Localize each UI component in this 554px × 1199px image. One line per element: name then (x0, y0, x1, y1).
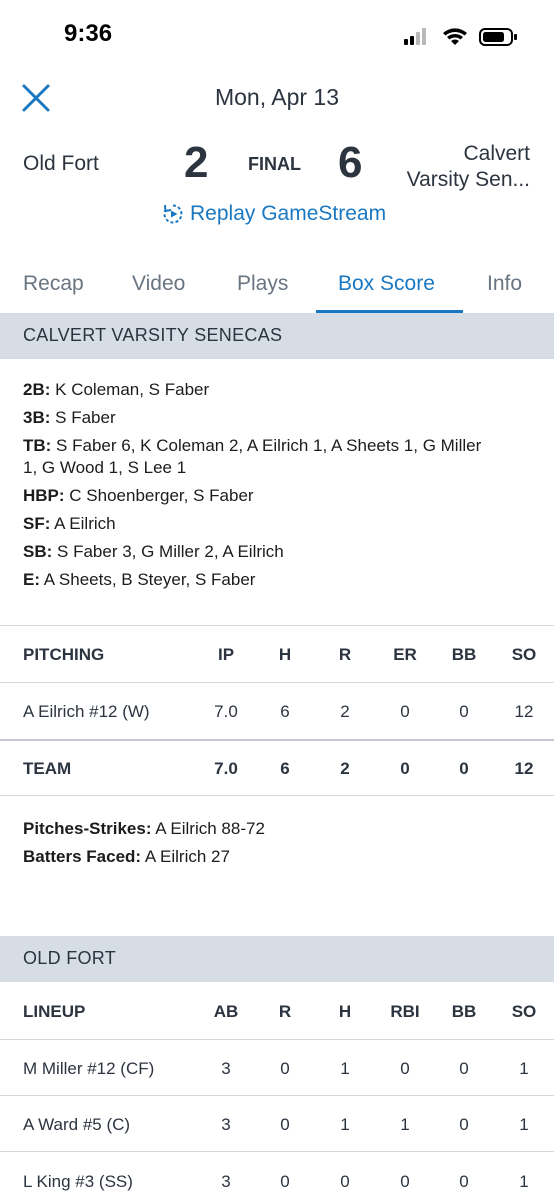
col-header-r: R (278, 1002, 292, 1021)
col-header-bb: BB (451, 1002, 477, 1021)
stat-cell: 12 (514, 702, 534, 721)
status-time: 9:36 (64, 20, 113, 47)
replay-label: Replay GameStream (190, 202, 387, 225)
stat-cell: 1 (519, 1172, 529, 1191)
divider (0, 682, 554, 683)
pitch-note-line: Batters Faced: A Eilrich 27 (23, 847, 230, 866)
game-date: Mon, Apr 13 (214, 84, 340, 110)
stat-cell: 7.0 (214, 702, 238, 721)
tab-bar: Recap Video Plays Box Score Info (0, 258, 554, 314)
stat-cell: 0 (459, 1059, 469, 1078)
col-header-er: ER (393, 645, 417, 664)
team-label: TEAM (23, 759, 72, 778)
pitch-note-line: Pitches-Strikes: A Eilrich 88-72 (23, 819, 265, 838)
home-team-line1: Calvert (463, 142, 530, 165)
wifi-icon (443, 28, 467, 45)
battery-icon (479, 28, 517, 46)
divider (0, 795, 554, 796)
stat-cell: 0 (400, 702, 410, 721)
col-header-rbi: RBI (390, 1002, 420, 1021)
divider (0, 625, 554, 626)
lineup-col-header: LINEUP (23, 1002, 86, 1021)
divider (0, 1095, 554, 1096)
pitching-col-header: PITCHING (23, 645, 105, 664)
divider (0, 1039, 554, 1040)
col-header-ab: AB (213, 1002, 239, 1021)
stat-cell: 0 (280, 1115, 290, 1134)
home-score: 6 (338, 138, 363, 187)
player-name[interactable]: A Ward #5 (C) (23, 1115, 130, 1135)
stat-cell: 0 (340, 1172, 350, 1191)
col-header-h: H (338, 1002, 352, 1021)
section-header-calvert: CALVERT VARSITY SENECAS (0, 313, 554, 359)
player-name[interactable]: A Eilrich #12 (W) (23, 702, 150, 722)
stat-cell: 0 (280, 1059, 290, 1078)
section-header-oldfort: OLD FORT (0, 936, 554, 982)
col-header-ip: IP (217, 645, 235, 664)
stat-cell: 1 (340, 1059, 350, 1078)
tab-recap[interactable]: Recap (23, 272, 84, 296)
divider (0, 1151, 554, 1152)
away-score: 2 (184, 138, 209, 187)
section-title: CALVERT VARSITY SENECAS (23, 325, 283, 345)
stat-cell: 0 (400, 1172, 410, 1191)
note-line: 3B: S Faber (23, 408, 116, 427)
tab-video[interactable]: Video (132, 272, 185, 296)
col-header-so: SO (511, 1002, 537, 1021)
note-line: 2B: K Coleman, S Faber (23, 380, 210, 399)
stat-cell: 0 (400, 1059, 410, 1078)
replay-gamestream-link[interactable]: Replay GameStream (162, 200, 386, 228)
stat-cell: 0 (459, 759, 469, 778)
tab-plays[interactable]: Plays (237, 272, 288, 296)
stat-cell: 1 (340, 1115, 350, 1134)
stat-cell: 2 (340, 702, 350, 721)
status-icons (404, 28, 517, 46)
stat-cell: 0 (459, 702, 469, 721)
player-name[interactable]: L King #3 (SS) (23, 1172, 133, 1192)
stat-cell: 12 (514, 759, 534, 778)
stat-cell: 0 (459, 1115, 469, 1134)
home-team-line2: Varsity Sen... (406, 168, 530, 191)
stat-cell: 0 (280, 1172, 290, 1191)
stat-cell: 3 (221, 1172, 231, 1191)
stat-cell: 3 (221, 1059, 231, 1078)
col-header-h: H (278, 645, 292, 664)
stat-cell: 1 (400, 1115, 410, 1134)
divider (0, 739, 554, 741)
section-title: OLD FORT (23, 948, 117, 968)
col-header-bb: BB (451, 645, 477, 664)
game-status: FINAL (248, 154, 301, 174)
stat-cell: 6 (280, 702, 290, 721)
note-line: HBP: C Shoenberger, S Faber (23, 486, 254, 505)
col-header-r: R (338, 645, 352, 664)
note-line: 1, G Wood 1, S Lee 1 (23, 458, 187, 477)
replay-icon (163, 204, 183, 224)
tab-box-score[interactable]: Box Score (338, 272, 435, 296)
note-line: SF: A Eilrich (23, 514, 116, 533)
stat-cell: 1 (519, 1059, 529, 1078)
home-team-name[interactable]: Calvert Varsity Sen... (407, 141, 530, 193)
stat-cell: 6 (280, 759, 290, 778)
away-team-name[interactable]: Old Fort (23, 152, 99, 176)
note-line: E: A Sheets, B Steyer, S Faber (23, 570, 256, 589)
note-line: SB: S Faber 3, G Miller 2, A Eilrich (23, 542, 284, 561)
stat-cell: 3 (221, 1115, 231, 1134)
stat-cell: 1 (519, 1115, 529, 1134)
stat-cell: 7.0 (214, 759, 238, 778)
tab-info[interactable]: Info (487, 272, 522, 296)
stat-cell: 0 (400, 759, 410, 778)
stat-cell: 2 (340, 759, 350, 778)
stat-cell: 0 (459, 1172, 469, 1191)
signal-icon (404, 28, 426, 45)
col-header-so: SO (511, 645, 537, 664)
player-name[interactable]: M Miller #12 (CF) (23, 1059, 154, 1079)
